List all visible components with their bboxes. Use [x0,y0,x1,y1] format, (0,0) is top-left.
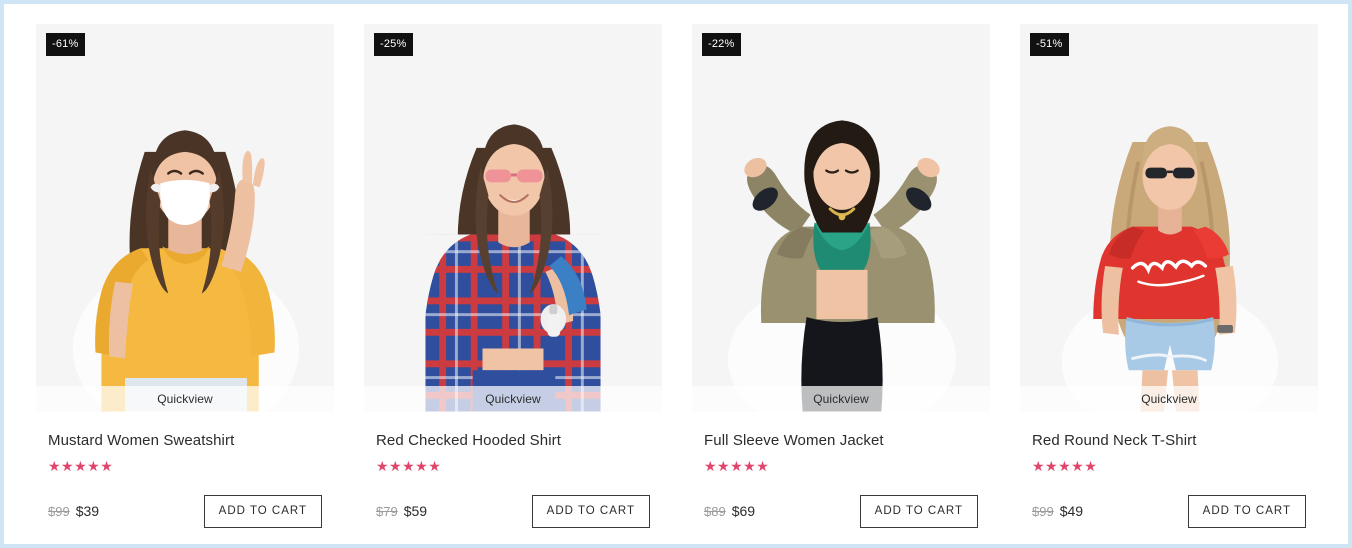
quickview-button[interactable]: Quickview [364,385,662,412]
rating-stars: ★★★★★ [48,457,114,474]
product-info: Mustard Women Sweatshirt ★★★★★ $99 $39 A… [36,412,334,528]
product-image-link[interactable]: -61% Quickview [36,24,334,412]
discount-badge: -25% [374,33,414,56]
product-card: -25% Quickview Red Checked Hooded Shirt … [364,24,662,528]
product-image [1020,24,1318,412]
product-grid: -61% Quickview Mustard Women Sweatshirt … [36,24,1320,528]
product-card: -22% Quickview Full Sleeve Women Jacket … [692,24,990,528]
rating-stars: ★★★★★ [704,457,770,474]
discount-badge: -22% [702,33,742,56]
product-info: Red Round Neck T-Shirt ★★★★★ $99 $49 ADD… [1020,412,1318,528]
price-original: $99 [1032,504,1054,520]
product-title[interactable]: Full Sleeve Women Jacket [704,432,884,449]
price-current: $69 [731,503,756,520]
price-row: $79 $59 ADD TO CART [376,494,662,528]
rating-stars: ★★★★★ [376,457,442,474]
product-image [36,24,334,412]
price-current: $39 [75,503,100,520]
discount-badge: -51% [1030,33,1070,56]
product-card: -61% Quickview Mustard Women Sweatshirt … [36,24,334,528]
quickview-button[interactable]: Quickview [36,385,334,412]
quickview-label: Quickview [485,391,541,406]
discount-badge: -61% [46,33,86,56]
quickview-label: Quickview [157,391,213,406]
price-current: $59 [403,503,428,520]
rating-stars: ★★★★★ [1032,457,1098,474]
price-row: $99 $39 ADD TO CART [48,494,334,528]
price-original: $89 [704,504,726,520]
quickview-label: Quickview [813,391,869,406]
product-title[interactable]: Mustard Women Sweatshirt [48,432,234,449]
price-group: $79 $59 [376,503,427,519]
price-group: $99 $49 [1032,503,1083,519]
product-title[interactable]: Red Round Neck T-Shirt [1032,432,1197,449]
price-row: $99 $49 ADD TO CART [1032,494,1318,528]
quickview-label: Quickview [1141,391,1197,406]
product-image-link[interactable]: -25% Quickview [364,24,662,412]
quickview-button[interactable]: Quickview [692,385,990,412]
product-card: -51% Quickview Red Round Neck T-Shirt ★★… [1020,24,1318,528]
add-to-cart-button[interactable]: ADD TO CART [203,494,322,528]
add-to-cart-button[interactable]: ADD TO CART [531,494,650,528]
add-to-cart-button[interactable]: ADD TO CART [859,494,978,528]
price-group: $89 $69 [704,503,755,519]
price-original: $79 [376,504,398,520]
product-image-link[interactable]: -22% Quickview [692,24,990,412]
product-info: Red Checked Hooded Shirt ★★★★★ $79 $59 A… [364,412,662,528]
product-image-link[interactable]: -51% Quickview [1020,24,1318,412]
product-info: Full Sleeve Women Jacket ★★★★★ $89 $69 A… [692,412,990,528]
price-row: $89 $69 ADD TO CART [704,494,990,528]
add-to-cart-button[interactable]: ADD TO CART [1187,494,1306,528]
quickview-button[interactable]: Quickview [1020,385,1318,412]
price-original: $99 [48,504,70,520]
price-group: $99 $39 [48,503,99,519]
product-title[interactable]: Red Checked Hooded Shirt [376,432,561,449]
product-image [692,24,990,412]
price-current: $49 [1059,503,1084,520]
product-image [364,24,662,412]
